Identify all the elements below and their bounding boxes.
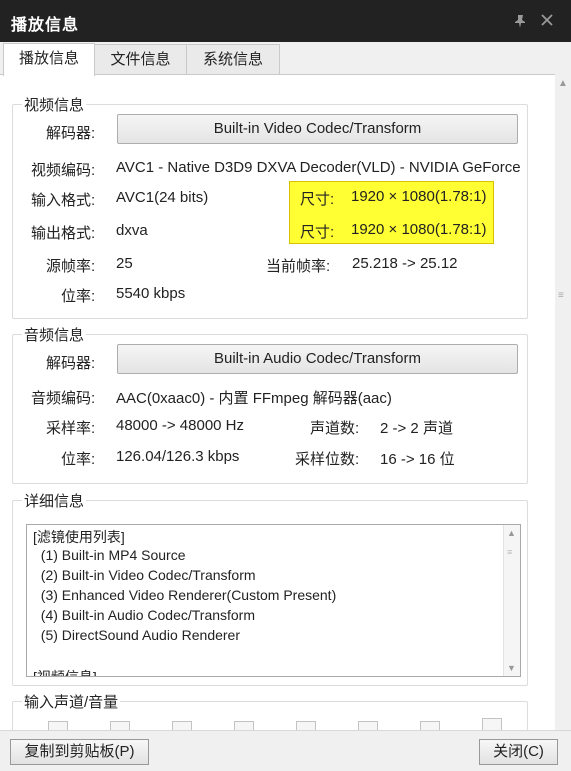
output-format-value: dxva <box>116 222 148 239</box>
audio-info-group: 音频信息 解码器: Built-in Audio Codec/Transform… <box>12 324 528 484</box>
video-bitrate-label: 位率: <box>61 288 96 305</box>
title-bar: 播放信息 <box>0 0 571 42</box>
footer: 复制到剪贴板(P) 关闭(C) <box>0 730 571 771</box>
video-bitrate-value: 5540 kbps <box>116 285 186 302</box>
video-decoder-button[interactable]: Built-in Video Codec/Transform <box>117 114 518 144</box>
audio-codec-value: AAC(0xaac0) - 内置 FFmpeg 解码器(aac) <box>116 390 392 407</box>
source-fps-value: 25 <box>116 255 133 272</box>
audio-decoder-button[interactable]: Built-in Audio Codec/Transform <box>117 344 518 374</box>
close-icon[interactable] <box>540 13 554 31</box>
output-size-label: 尺寸: <box>300 224 335 241</box>
input-format-value: AVC1(24 bits) <box>116 189 209 206</box>
detail-line: [滤镜使用列表] <box>33 529 125 545</box>
tab-content: 视频信息 解码器: Built-in Video Codec/Transform… <box>0 74 571 731</box>
scroll-down-icon[interactable]: ▼ <box>507 663 516 673</box>
tab-playback-info[interactable]: 播放信息 <box>3 43 95 76</box>
input-format-label: 输入格式: <box>31 192 96 209</box>
playback-info-dialog: 播放信息 播放信息 文件信息 系统信息 视频信息 解码器: Built-in V… <box>0 0 571 771</box>
bit-depth-value: 16 -> 16 位 <box>380 451 455 468</box>
audio-bitrate-value: 126.04/126.3 kbps <box>116 448 240 465</box>
copy-to-clipboard-button[interactable]: 复制到剪贴板(P) <box>10 739 149 765</box>
video-codec-value: AVC1 - Native D3D9 DXVA Decoder(VLD) - N… <box>116 159 522 176</box>
sample-rate-value: 48000 -> 48000 Hz <box>116 417 245 434</box>
pin-icon[interactable] <box>511 13 529 33</box>
tab-file-info[interactable]: 文件信息 <box>94 44 187 74</box>
details-textbox[interactable]: [滤镜使用列表] (1) Built-in MP4 Source (2) Bui… <box>26 524 521 677</box>
output-size-value: 1920 × 1080(1.78:1) <box>351 221 487 238</box>
channels-value: 2 -> 2 声道 <box>380 420 453 437</box>
output-format-label: 输出格式: <box>31 225 96 242</box>
details-group: 详细信息 [滤镜使用列表] (1) Built-in MP4 Source (2… <box>12 490 528 686</box>
close-button[interactable]: 关闭(C) <box>479 739 558 765</box>
details-scrollbar[interactable]: ▲ ≡ ▼ <box>503 525 520 676</box>
bit-depth-label: 采样位数: <box>295 451 360 468</box>
tab-bar: 播放信息 文件信息 系统信息 <box>0 42 571 76</box>
detail-line: [视频信息] <box>33 669 97 677</box>
source-fps-label: 源帧率: <box>46 258 96 275</box>
current-fps-value: 25.218 -> 25.12 <box>352 255 458 272</box>
detail-line: (2) Built-in Video Codec/Transform <box>33 567 256 583</box>
video-info-title: 视频信息 <box>22 94 87 115</box>
size-highlight: 尺寸: 1920 × 1080(1.78:1) 尺寸: 1920 × 1080(… <box>289 181 494 244</box>
input-volume-group: 输入声道/音量 <box>12 691 528 731</box>
scroll-grip-icon: ≡ <box>558 290 564 301</box>
video-codec-label: 视频编码: <box>31 162 96 179</box>
input-size-value: 1920 × 1080(1.78:1) <box>351 188 487 205</box>
window-title: 播放信息 <box>11 17 80 34</box>
audio-bitrate-label: 位率: <box>61 451 96 468</box>
audio-codec-label: 音频编码: <box>31 390 96 407</box>
detail-line: (4) Built-in Audio Codec/Transform <box>33 607 256 623</box>
input-size-label: 尺寸: <box>300 191 335 208</box>
scroll-up-icon[interactable]: ▲ <box>507 528 516 538</box>
sample-rate-label: 采样率: <box>46 420 96 437</box>
audio-decoder-label: 解码器: <box>46 355 96 372</box>
channels-label: 声道数: <box>310 420 360 437</box>
current-fps-label: 当前帧率: <box>266 258 331 275</box>
details-title: 详细信息 <box>22 490 87 511</box>
detail-line: (1) Built-in MP4 Source <box>33 547 186 563</box>
detail-line: (5) DirectSound Audio Renderer <box>33 627 240 643</box>
panel-scrollbar[interactable]: ▲ ≡ <box>555 74 571 730</box>
tab-system-info[interactable]: 系统信息 <box>186 44 280 74</box>
audio-info-title: 音频信息 <box>22 324 87 345</box>
scroll-up-icon[interactable]: ▲ <box>558 78 568 89</box>
input-volume-title: 输入声道/音量 <box>22 691 121 712</box>
detail-line: (3) Enhanced Video Renderer(Custom Prese… <box>33 587 337 603</box>
scroll-grip-icon: ≡ <box>507 547 513 557</box>
video-decoder-label: 解码器: <box>46 125 96 142</box>
